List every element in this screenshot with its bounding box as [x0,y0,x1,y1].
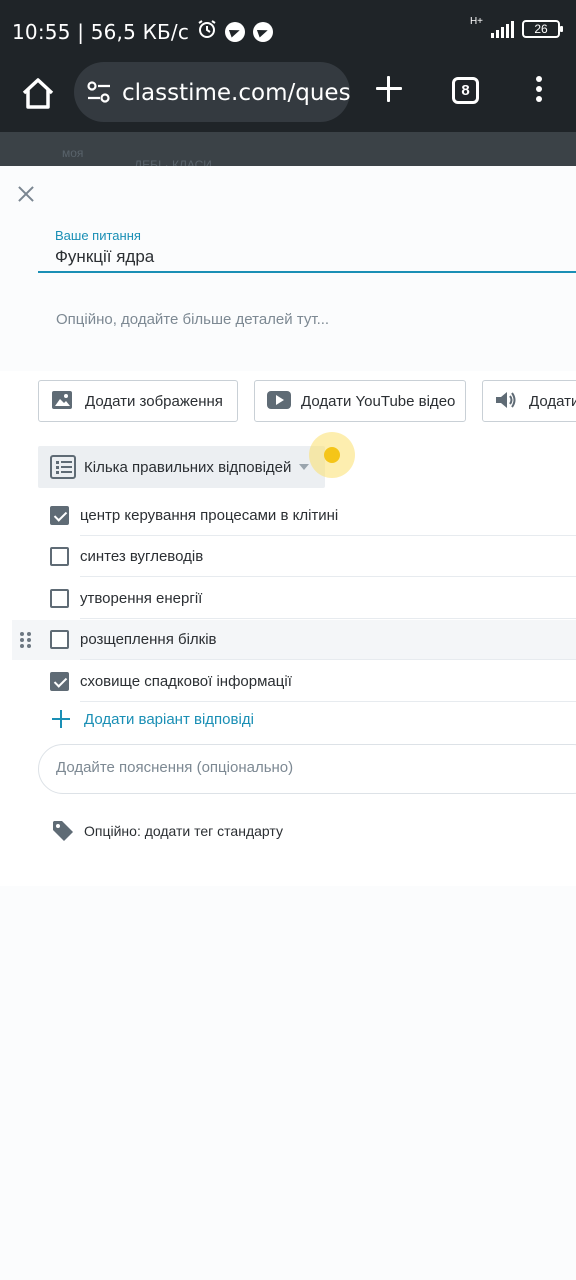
divider [80,659,576,660]
network-type: H+ [469,15,483,27]
question-header [0,166,576,371]
answer-text[interactable]: синтез вуглеводів [80,548,203,565]
divider [80,618,576,619]
tag-label: Опційно: додати тег стандарту [84,823,283,839]
background-text: ДЕБІ · КЛАСИ [134,158,212,166]
add-standard-tag-button[interactable]: Опційно: додати тег стандарту [52,820,283,842]
tag-icon [52,820,74,842]
address-bar[interactable]: classtime.com/quest [74,62,350,122]
question-input[interactable]: Функції ядра [55,247,154,267]
answer-text[interactable]: утворення енергії [80,590,202,607]
add-audio-label: Додати [529,392,576,410]
question-type-dropdown[interactable]: Кілька правильних відповідей [38,446,325,488]
new-tab-icon[interactable] [374,74,404,104]
site-settings-icon[interactable] [86,80,112,104]
status-left: 10:55 | 56,5 КБ/с [12,19,274,44]
answer-checkbox[interactable] [50,506,69,525]
close-icon[interactable] [16,184,36,204]
question-type-label: Кілька правильних відповідей [84,458,292,476]
answer-text[interactable]: центр керування процесами в клітині [80,507,338,524]
add-answer-label: Додати варіант відповіді [84,710,254,728]
divider [80,701,576,702]
add-youtube-button[interactable]: Додати YouTube відео [254,380,466,422]
question-label: Ваше питання [55,228,141,243]
tab-count: 8 [461,82,470,99]
answer-option: утворення енергії [0,579,576,619]
battery-icon: 26 [522,20,563,38]
answer-option: центр керування процесами в клітині [0,496,576,536]
signal-icon [491,20,514,38]
answer-checkbox[interactable] [50,630,69,649]
answer-checkbox[interactable] [50,589,69,608]
add-image-label: Додати зображення [85,392,223,410]
telegram-icon [253,21,274,42]
add-audio-button[interactable]: Додати [482,380,576,422]
answer-text[interactable]: розщеплення білків [80,631,217,648]
home-icon[interactable] [18,74,58,114]
question-editor: Ваше питання Функції ядра Опційно, додай… [0,166,576,886]
drag-handle-icon[interactable] [20,632,32,648]
speaker-icon [495,390,519,412]
battery-level: 26 [534,22,548,36]
divider [80,576,576,577]
answer-option-hovered: розщеплення білків [12,620,576,660]
url-text[interactable]: classtime.com/quest [122,80,350,106]
add-image-button[interactable]: Додати зображення [38,380,238,422]
alarm-icon [197,19,217,44]
add-youtube-label: Додати YouTube відео [301,392,456,410]
input-underline [38,271,576,273]
answer-option: синтез вуглеводів [0,537,576,577]
description-input[interactable]: Опційно, додайте більше деталей тут... [56,311,329,328]
browser-toolbar: classtime.com/quest 8 [0,60,576,132]
status-bar: 10:55 | 56,5 КБ/с H+ 26 [0,0,576,60]
touch-indicator [309,432,355,478]
answer-option: сховище спадкової інформації [0,662,576,702]
status-right: H+ 26 [470,16,563,38]
status-time-speed: 10:55 | 56,5 КБ/с [12,19,190,44]
answer-checkbox[interactable] [50,672,69,691]
video-icon [267,390,291,412]
plus-icon [52,710,70,728]
answer-checkbox[interactable] [50,547,69,566]
more-menu-icon[interactable] [532,76,546,106]
list-icon [50,455,76,479]
background-page: моя ДЕБІ · КЛАСИ [0,132,576,166]
background-text: моя [62,146,84,160]
explanation-input[interactable]: Додайте пояснення (опціонально) [38,744,576,794]
image-icon [51,390,75,412]
tab-switcher-button[interactable]: 8 [452,77,479,104]
answer-text[interactable]: сховище спадкової інформації [80,673,292,690]
add-answer-button[interactable]: Додати варіант відповіді [52,710,254,728]
chevron-down-icon [299,464,310,470]
telegram-icon [225,21,246,42]
divider [80,535,576,536]
